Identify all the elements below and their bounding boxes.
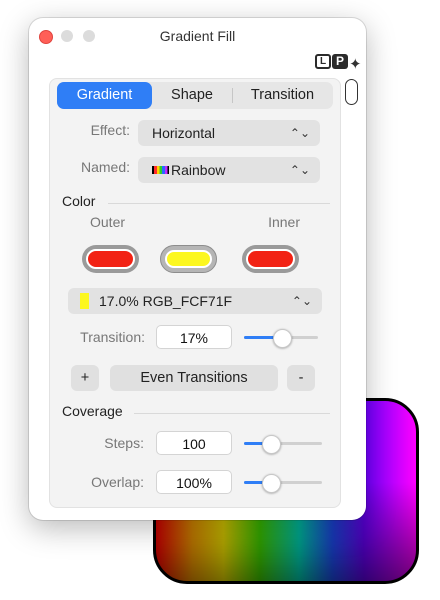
lp-logo-p: P: [332, 54, 348, 69]
middle-color-well[interactable]: [160, 245, 217, 273]
add-stop-button[interactable]: +: [71, 365, 99, 391]
steps-slider-knob[interactable]: [262, 435, 281, 454]
color-section-title: Color: [62, 193, 96, 209]
title-bar: Gradient Fill: [29, 18, 366, 58]
lp-logo-l: L: [315, 54, 331, 69]
tab-bar: Gradient Shape Transition: [57, 82, 333, 109]
steps-field[interactable]: 100: [156, 431, 232, 455]
sparkle-icon[interactable]: ✦: [349, 55, 362, 73]
effect-label: Effect:: [90, 122, 130, 138]
outer-label: Outer: [90, 214, 126, 230]
overlap-label: Overlap:: [91, 474, 144, 490]
color-stop-value: 17.0% RGB_FCF71F: [99, 293, 233, 309]
tab-shape[interactable]: Shape: [152, 82, 232, 109]
named-popup[interactable]: Rainbow ⌃⌄: [138, 157, 320, 183]
rainbow-swatch-icon: [152, 165, 169, 174]
transition-slider-knob[interactable]: [273, 329, 292, 348]
transition-field[interactable]: 17%: [156, 325, 232, 349]
overlap-slider[interactable]: [244, 474, 322, 493]
scroll-indicator[interactable]: [345, 79, 358, 105]
chevron-updown-icon: ⌃⌄: [291, 294, 312, 308]
tab-transition[interactable]: Transition: [232, 82, 333, 109]
lp-logo: L P: [315, 54, 348, 69]
tab-gradient[interactable]: Gradient: [57, 82, 152, 109]
section-divider: [134, 413, 330, 414]
color-stop-swatch: [80, 293, 89, 309]
chevron-updown-icon: ⌃⌄: [289, 126, 310, 140]
named-value: Rainbow: [171, 162, 226, 178]
window-title: Gradient Fill: [159, 28, 236, 44]
settings-panel: Gradient Shape Transition Effect: Horizo…: [49, 78, 341, 508]
overlap-slider-knob[interactable]: [262, 474, 281, 493]
gradient-fill-window: Gradient Fill L P ✦ Gradient Shape Trans…: [29, 18, 366, 520]
chevron-updown-icon: ⌃⌄: [289, 163, 310, 177]
effect-value: Horizontal: [152, 125, 216, 141]
steps-slider[interactable]: [244, 435, 322, 454]
overlap-field[interactable]: 100%: [156, 470, 232, 494]
named-label: Named:: [80, 159, 130, 175]
remove-stop-button[interactable]: -: [287, 365, 315, 391]
even-transitions-button[interactable]: Even Transitions: [110, 365, 278, 391]
transition-slider[interactable]: [244, 329, 318, 348]
section-divider: [108, 203, 330, 204]
outer-color-well[interactable]: [82, 245, 139, 273]
color-stop-popup[interactable]: 17.0% RGB_FCF71F ⌃⌄: [68, 288, 322, 314]
inner-color-well[interactable]: [242, 245, 299, 273]
steps-label: Steps:: [104, 435, 144, 451]
inner-label: Inner: [268, 214, 300, 230]
effect-popup[interactable]: Horizontal ⌃⌄: [138, 120, 320, 146]
transition-label: Transition:: [80, 329, 145, 345]
coverage-section-title: Coverage: [62, 403, 123, 419]
